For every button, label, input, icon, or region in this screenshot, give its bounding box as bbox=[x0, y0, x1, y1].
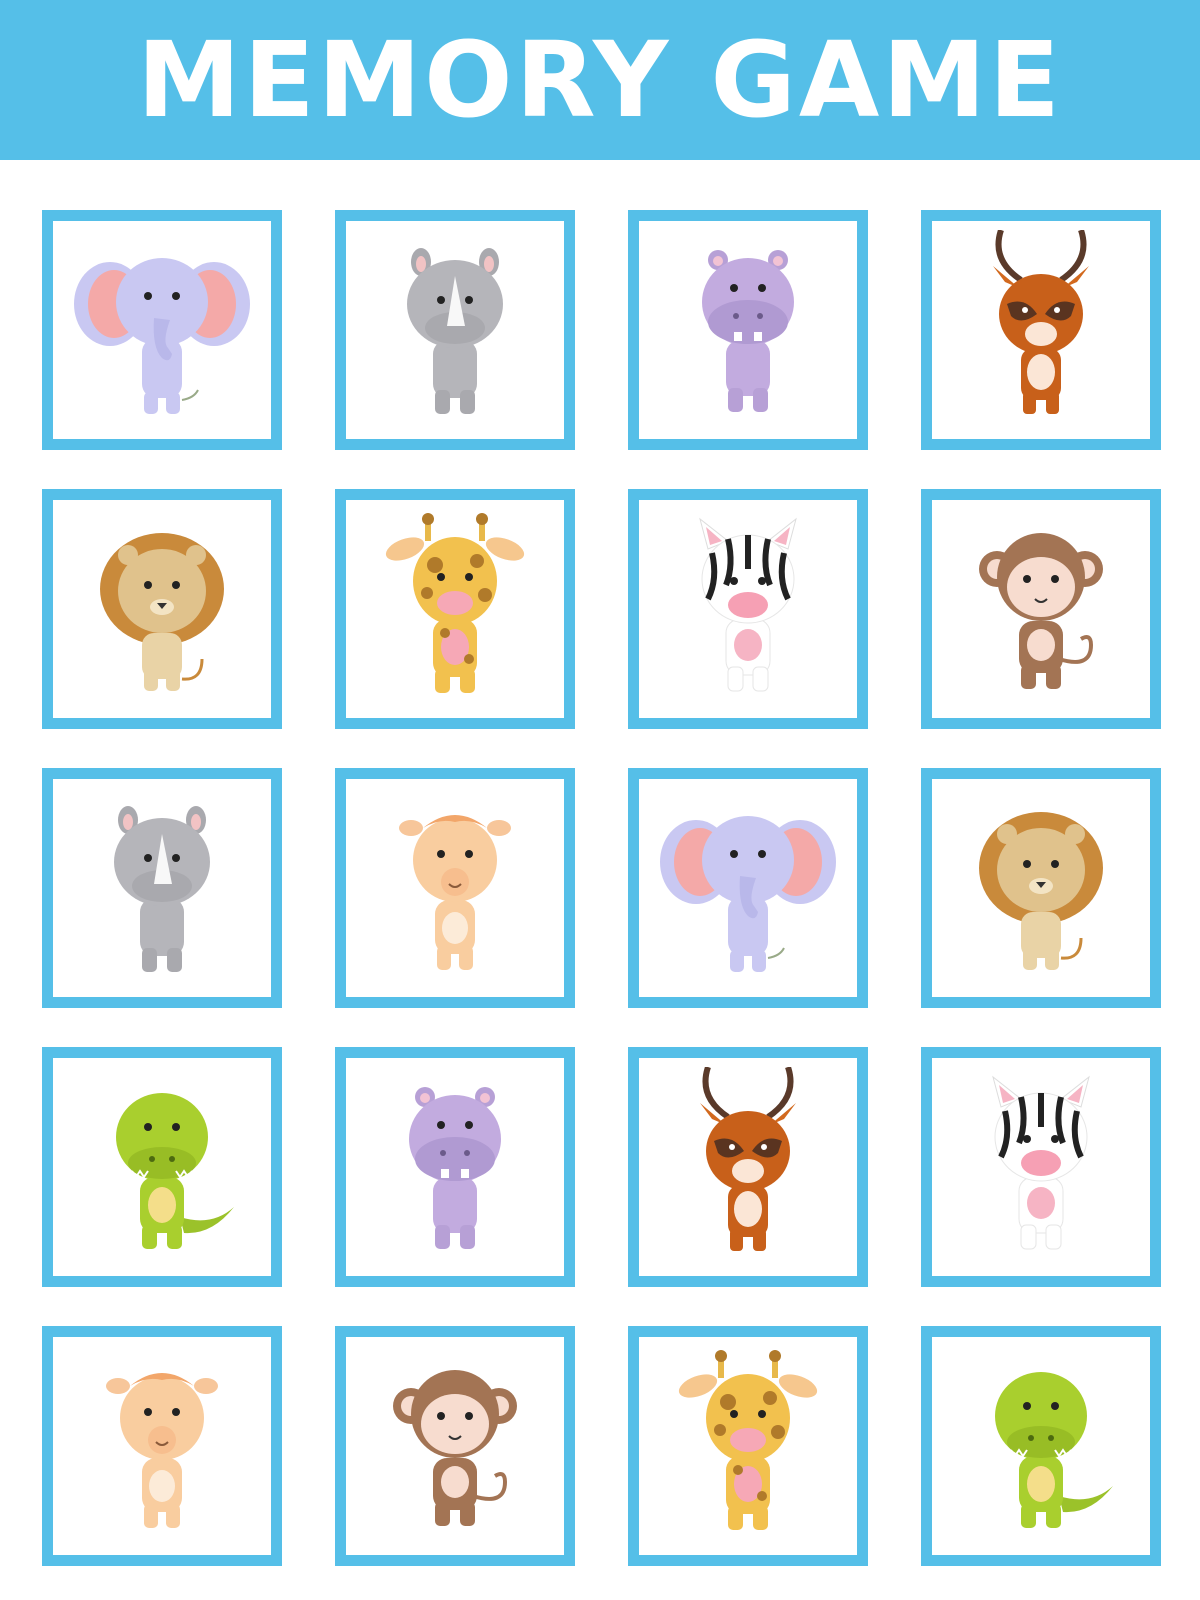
lion-icon bbox=[100, 533, 224, 691]
memory-card-monkey[interactable] bbox=[921, 489, 1161, 729]
memory-card-lion[interactable] bbox=[921, 768, 1161, 1008]
memory-card-zebra[interactable] bbox=[921, 1047, 1161, 1287]
memory-card-monkey[interactable] bbox=[335, 1326, 575, 1566]
memory-card-camel[interactable] bbox=[42, 1326, 282, 1566]
memory-card-rhino[interactable] bbox=[42, 768, 282, 1008]
elephant-icon bbox=[74, 258, 250, 414]
hippo-icon bbox=[702, 250, 794, 412]
memory-card-elephant[interactable] bbox=[42, 210, 282, 450]
zebra-icon bbox=[699, 517, 797, 692]
memory-card-giraffe[interactable] bbox=[335, 489, 575, 729]
memory-card-hippo[interactable] bbox=[335, 1047, 575, 1287]
memory-card-rhino[interactable] bbox=[335, 210, 575, 450]
page-title: MEMORY GAME bbox=[137, 19, 1063, 141]
card-grid bbox=[42, 210, 1162, 1566]
memory-card-elephant[interactable] bbox=[628, 768, 868, 1008]
giraffe-icon bbox=[678, 1350, 818, 1530]
camel-icon bbox=[399, 815, 511, 970]
rhino-icon bbox=[407, 248, 503, 414]
memory-card-lion[interactable] bbox=[42, 489, 282, 729]
lion-icon bbox=[979, 812, 1103, 970]
antelope-icon bbox=[993, 230, 1089, 414]
monkey-icon bbox=[393, 1370, 517, 1526]
antelope-icon bbox=[700, 1067, 796, 1251]
memory-card-antelope[interactable] bbox=[921, 210, 1161, 450]
memory-card-hippo[interactable] bbox=[628, 210, 868, 450]
memory-card-crocodile[interactable] bbox=[921, 1326, 1161, 1566]
crocodile-icon bbox=[116, 1093, 234, 1249]
crocodile-icon bbox=[995, 1372, 1113, 1528]
memory-card-crocodile[interactable] bbox=[42, 1047, 282, 1287]
memory-card-giraffe[interactable] bbox=[628, 1326, 868, 1566]
title-banner: MEMORY GAME bbox=[0, 0, 1200, 160]
monkey-icon bbox=[979, 533, 1103, 689]
memory-card-zebra[interactable] bbox=[628, 489, 868, 729]
rhino-icon bbox=[114, 806, 210, 972]
memory-card-antelope[interactable] bbox=[628, 1047, 868, 1287]
camel-icon bbox=[106, 1373, 218, 1528]
memory-card-camel[interactable] bbox=[335, 768, 575, 1008]
giraffe-icon bbox=[385, 513, 525, 693]
elephant-icon bbox=[660, 816, 836, 972]
zebra-icon bbox=[992, 1075, 1090, 1250]
hippo-icon bbox=[409, 1087, 501, 1249]
